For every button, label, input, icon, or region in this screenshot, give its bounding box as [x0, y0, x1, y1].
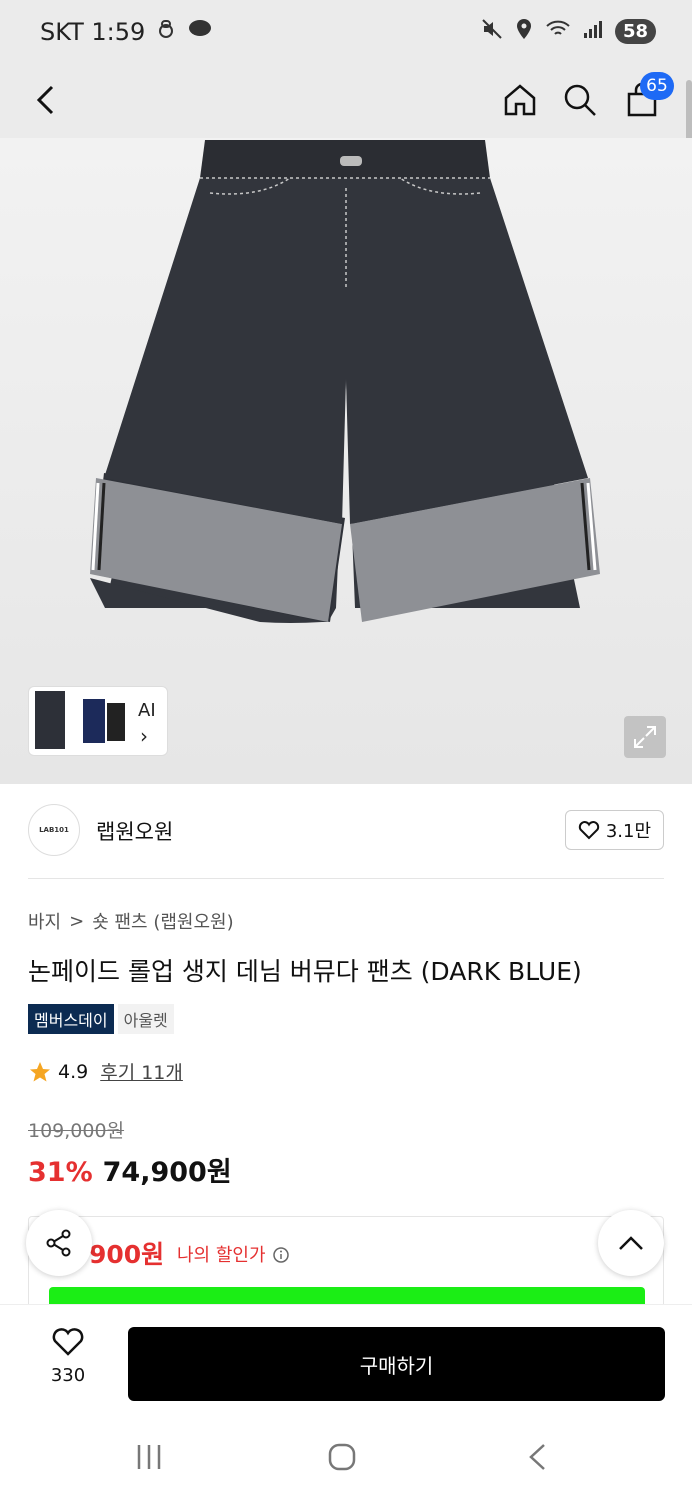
- battery-indicator: 58: [614, 19, 656, 44]
- lock-app-icon: [155, 18, 177, 46]
- breadcrumb-category[interactable]: 바지: [28, 908, 61, 934]
- brand-name[interactable]: 랩원오원: [96, 816, 173, 846]
- heart-icon: [52, 1328, 84, 1356]
- wishlist-count: 330: [50, 1365, 86, 1386]
- scroll-top-button[interactable]: [598, 1210, 664, 1276]
- recent-apps-icon: [137, 1445, 161, 1469]
- signal-icon: [583, 19, 603, 44]
- cart-count-badge: 65: [640, 72, 674, 100]
- product-title: 논페이드 롤업 생지 데님 버뮤다 팬츠 (DARK BLUE): [28, 957, 582, 986]
- search-icon: [564, 84, 596, 116]
- original-price: 109,000원: [28, 1120, 125, 1142]
- my-discount-price: 900원: [89, 1240, 165, 1269]
- home-system-button[interactable]: [327, 1442, 357, 1476]
- top-nav: [0, 66, 692, 138]
- breadcrumb-subcategory[interactable]: 숏 팬츠 (랩원오원): [92, 908, 233, 934]
- my-discount-label: 나의 할인가: [177, 1241, 290, 1267]
- rating-row: 4.9 후기 11개: [28, 1058, 183, 1085]
- thumbnail-images: [35, 691, 125, 749]
- star-icon: [30, 1061, 50, 1081]
- back-chevron-icon: [529, 1444, 545, 1470]
- reviews-link[interactable]: 후기 11개: [100, 1058, 183, 1085]
- share-button[interactable]: [26, 1210, 92, 1276]
- carrier-time: SKT 1:59: [40, 18, 146, 46]
- outlet-tag: 아울렛: [117, 1004, 174, 1034]
- chat-icon: [187, 18, 213, 46]
- brand-logo-text: LAB101: [39, 826, 69, 834]
- ai-label: AI: [138, 700, 156, 721]
- expand-image-button[interactable]: [624, 716, 666, 758]
- home-button[interactable]: [496, 76, 544, 124]
- my-discount-label-text: 나의 할인가: [177, 1245, 266, 1266]
- brand-like-count: 3.1만: [605, 821, 651, 842]
- brand-row: LAB101 랩원오원 3.1만: [28, 784, 664, 879]
- breadcrumb: 바지 > 숏 팬츠 (랩원오원): [28, 908, 234, 934]
- sale-price-row: 31% 74,900원: [28, 1150, 232, 1189]
- chevron-right-icon: ›: [140, 724, 148, 748]
- location-icon: [515, 18, 533, 45]
- heart-icon: [578, 821, 599, 840]
- search-button[interactable]: [556, 76, 604, 124]
- expand-icon: [634, 726, 656, 748]
- members-day-tag: 멤버스데이: [28, 1004, 114, 1034]
- my-discount-box[interactable]: 900원 나의 할인가: [28, 1216, 664, 1317]
- home-icon: [504, 84, 536, 116]
- back-system-button[interactable]: [524, 1442, 550, 1476]
- info-icon: [273, 1247, 290, 1263]
- system-nav-bar: [0, 1422, 692, 1500]
- rating-score: 4.9: [58, 1060, 89, 1083]
- share-icon: [46, 1229, 71, 1257]
- product-tags: 멤버스데이 아울렛: [28, 1004, 174, 1034]
- back-arrow-icon: [36, 85, 54, 115]
- brand-logo[interactable]: LAB101: [28, 804, 80, 856]
- status-bar: SKT 1:59 58: [0, 0, 692, 66]
- brand-like-button[interactable]: 3.1만: [564, 810, 664, 850]
- back-button[interactable]: [22, 76, 70, 124]
- mute-icon: [481, 18, 503, 45]
- bottom-action-bar: 330 구매하기: [0, 1304, 692, 1422]
- wifi-icon: [545, 18, 571, 45]
- sale-price: 74,900원: [102, 1157, 232, 1188]
- breadcrumb-separator: >: [69, 910, 85, 932]
- chevron-up-icon: [619, 1236, 643, 1250]
- buy-button[interactable]: 구매하기: [128, 1327, 665, 1401]
- discount-rate: 31%: [28, 1157, 93, 1188]
- wishlist-button[interactable]: 330: [36, 1327, 100, 1386]
- recent-apps-button[interactable]: [134, 1442, 164, 1476]
- home-circle-icon: [328, 1443, 356, 1471]
